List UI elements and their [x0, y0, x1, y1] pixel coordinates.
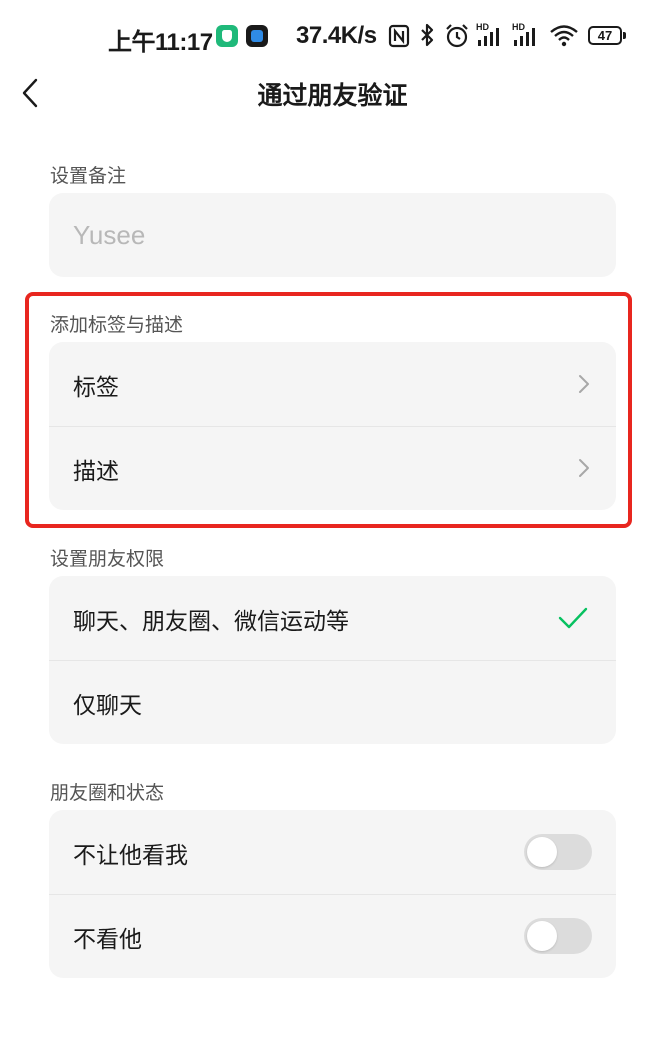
hide-their-posts-label: 不看他 [73, 927, 142, 953]
moments-section-label: 朋友圈和状态 [50, 782, 165, 804]
hide-their-posts-row: 不看他 [49, 894, 616, 978]
description-row[interactable]: 描述 [49, 426, 616, 510]
toggle-knob [527, 921, 557, 951]
toggle-knob [527, 837, 557, 867]
tags-row-label: 标签 [73, 375, 119, 401]
chevron-right-icon [579, 375, 589, 393]
hide-my-posts-toggle[interactable] [524, 834, 592, 870]
permission-option-label: 聊天、朋友圈、微信运动等 [73, 609, 349, 635]
checkmark-icon [558, 607, 588, 629]
tags-card: 标签 描述 [49, 342, 616, 510]
remark-input[interactable] [49, 193, 616, 277]
remark-section-label: 设置备注 [50, 165, 127, 187]
security-app-icon [216, 25, 238, 47]
permission-card: 聊天、朋友圈、微信运动等 仅聊天 [49, 576, 616, 744]
nav-bar: 通过朋友验证 [0, 72, 665, 114]
tags-row[interactable]: 标签 [49, 342, 616, 426]
wifi-icon [550, 25, 578, 47]
bluetooth-icon [421, 23, 434, 47]
hd-signal-icon: HD [512, 22, 535, 46]
moments-card: 不让他看我 不看他 [49, 810, 616, 978]
status-bar: 上午11:17 37.4K/s HD HD 47 [0, 0, 665, 72]
description-row-label: 描述 [73, 459, 119, 485]
permission-section-label: 设置朋友权限 [50, 548, 165, 570]
network-speed: 37.4K/s [296, 22, 377, 49]
hide-their-posts-toggle[interactable] [524, 918, 592, 954]
hide-my-posts-label: 不让他看我 [73, 843, 188, 869]
hide-my-posts-row: 不让他看我 [49, 810, 616, 894]
nfc-icon [388, 24, 410, 48]
permission-option-chat-only[interactable]: 仅聊天 [49, 660, 616, 744]
status-time: 上午11:17 [108, 29, 213, 56]
permission-option-label: 仅聊天 [73, 693, 142, 719]
app-icon [246, 25, 268, 47]
svg-text:HD: HD [476, 22, 489, 32]
hd-signal-icon: HD [476, 22, 499, 46]
tags-section-label: 添加标签与描述 [50, 314, 184, 336]
chevron-right-icon [579, 459, 589, 477]
battery-icon: 47 [588, 26, 626, 45]
svg-text:HD: HD [512, 22, 525, 32]
alarm-icon [446, 24, 468, 48]
permission-option-all[interactable]: 聊天、朋友圈、微信运动等 [49, 576, 616, 660]
page-title: 通过朋友验证 [257, 81, 408, 110]
